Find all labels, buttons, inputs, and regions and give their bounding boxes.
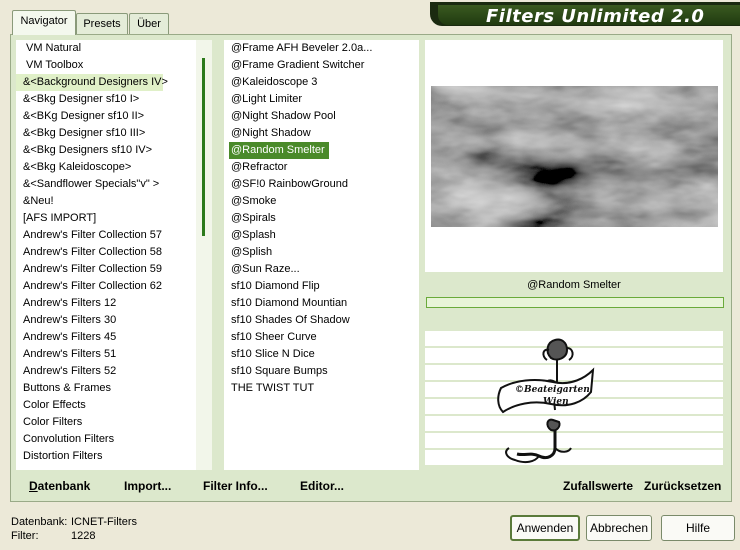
filter-item[interactable]: THE TWIST TUT — [224, 380, 314, 397]
category-list[interactable]: VM Natural VM Toolbox &<Background Designe… — [16, 40, 196, 470]
category-item[interactable]: Andrew's Filter Collection 57 — [16, 227, 162, 244]
help-button[interactable]: Hilfe — [661, 515, 735, 541]
status-db-value: ICNET-Filters — [71, 516, 137, 528]
filter-item[interactable]: @Splash — [224, 227, 276, 244]
controls-header — [425, 310, 723, 328]
filter-item[interactable]: @Frame AFH Beveler 2.0a... — [224, 40, 372, 57]
category-item[interactable]: &<Background Designers IV> — [16, 74, 168, 91]
filter-item[interactable]: @Night Shadow — [224, 125, 311, 142]
filter-item[interactable]: @Sun Raze... — [224, 261, 300, 278]
category-item[interactable]: &<Bkg Kaleidoscope> — [16, 159, 131, 176]
filter-item[interactable]: @SF!0 RainbowGround — [224, 176, 348, 193]
tab-navigator[interactable]: Navigator — [12, 10, 76, 35]
category-item[interactable]: Color Effects — [16, 397, 86, 414]
category-item[interactable]: &<BKg Designer sf10 II> — [16, 108, 144, 125]
datenbank-button[interactable]: Datenbank — [29, 479, 90, 493]
category-item[interactable]: Buttons & Frames — [16, 380, 111, 397]
watermark-text-line1: ©Beateigarten — [515, 385, 590, 395]
editor-button[interactable]: Editor... — [300, 479, 344, 493]
category-scroll-thumb[interactable] — [202, 58, 205, 236]
zufallswerte-button[interactable]: Zufallswerte — [563, 479, 633, 493]
status-filter-value: 1228 — [71, 530, 96, 542]
filter-list[interactable]: @Frame AFH Beveler 2.0a... @Frame Gradien… — [224, 40, 419, 470]
category-item[interactable]: &<Bkg Designer sf10 III> — [16, 125, 145, 142]
apply-button[interactable]: Anwenden — [510, 515, 580, 541]
preview-image — [431, 86, 718, 227]
filter-item[interactable]: sf10 Sheer Curve — [224, 329, 317, 346]
filter-item[interactable]: @Random Smelter — [228, 141, 330, 160]
category-item[interactable]: Andrew's Filters 45 — [16, 329, 116, 346]
category-item[interactable]: Andrew's Filter Collection 59 — [16, 261, 162, 278]
category-item[interactable]: VM Natural — [16, 40, 81, 57]
category-item[interactable]: Andrew's Filters 12 — [16, 295, 116, 312]
category-item[interactable]: Andrew's Filters 52 — [16, 363, 116, 380]
preview-panel — [425, 40, 723, 272]
tab-presets[interactable]: Presets — [76, 13, 128, 34]
preview-filter-name: @Random Smelter — [425, 274, 723, 296]
category-item[interactable]: &<Bkg Designers sf10 IV> — [16, 142, 152, 159]
category-item[interactable]: Andrew's Filter Collection 62 — [16, 278, 162, 295]
filter-info-button[interactable]: Filter Info... — [203, 479, 268, 493]
filter-item[interactable]: @Smoke — [224, 193, 276, 210]
category-scrollbar[interactable] — [196, 40, 212, 470]
category-item[interactable]: [AFS IMPORT] — [16, 210, 96, 227]
category-item[interactable]: Convolution Filters — [16, 431, 114, 448]
category-item[interactable]: &<Sandflower Specials"v" > — [16, 176, 159, 193]
filter-item[interactable]: @Light Limiter — [224, 91, 302, 108]
status-filter-label: Filter: — [11, 530, 39, 542]
tab-ueber[interactable]: Über — [129, 13, 169, 34]
filter-item[interactable]: sf10 Diamond Flip — [224, 278, 320, 295]
category-item[interactable]: Andrew's Filters 30 — [16, 312, 116, 329]
status-db-label: Datenbank: — [11, 516, 68, 528]
filter-item[interactable]: @Refractor — [224, 159, 287, 176]
filter-item[interactable]: sf10 Slice N Dice — [224, 346, 315, 363]
filter-item[interactable]: @Kaleidoscope 3 — [224, 74, 317, 91]
category-item[interactable]: Color Filters — [16, 414, 82, 431]
category-item[interactable]: VM Toolbox — [16, 57, 83, 74]
filter-item[interactable]: sf10 Shades Of Shadow — [224, 312, 350, 329]
filter-item[interactable]: sf10 Diamond Mountian — [224, 295, 347, 312]
watermark-logo: ©Beateigarten Wien — [497, 338, 595, 464]
filter-item[interactable]: @Splish — [224, 244, 272, 261]
progress-bar — [426, 297, 724, 308]
zuruecksetzen-button[interactable]: Zurücksetzen — [644, 479, 721, 493]
app-title: Filters Unlimited 2.0 — [486, 6, 705, 27]
filter-item[interactable]: @Spirals — [224, 210, 276, 227]
category-item[interactable]: &<Bkg Designer sf10 I> — [16, 91, 139, 108]
filter-item[interactable]: sf10 Square Bumps — [224, 363, 328, 380]
category-item[interactable]: Distortion Filters — [16, 448, 102, 465]
cancel-button[interactable]: Abbrechen — [586, 515, 652, 541]
import-button[interactable]: Import... — [124, 479, 171, 493]
title-banner-inner: Filters Unlimited 2.0 — [438, 5, 740, 27]
category-item[interactable]: &Neu! — [16, 193, 54, 210]
title-banner: Filters Unlimited 2.0 — [430, 2, 740, 27]
filter-item[interactable]: @Night Shadow Pool — [224, 108, 336, 125]
filter-item[interactable]: @Frame Gradient Switcher — [224, 57, 364, 74]
category-item[interactable]: Andrew's Filters 51 — [16, 346, 116, 363]
category-item[interactable]: Andrew's Filter Collection 58 — [16, 244, 162, 261]
watermark-text-line2: Wien — [543, 397, 569, 407]
